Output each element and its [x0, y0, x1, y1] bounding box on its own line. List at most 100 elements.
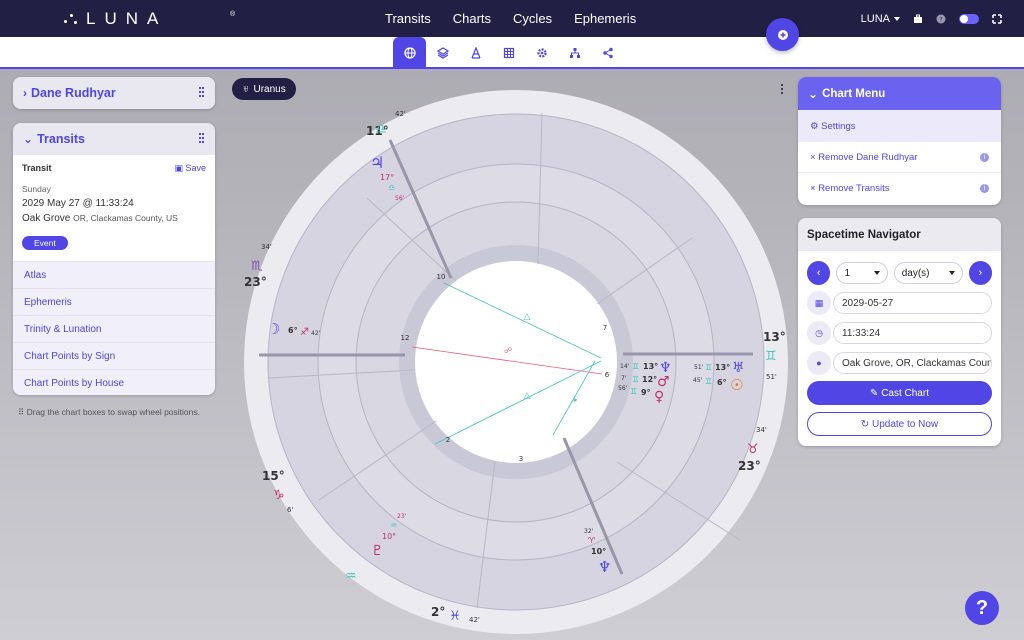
- cusp-degree: 15°: [262, 469, 285, 483]
- sextile-glyph: ✶: [572, 396, 579, 405]
- step-unit-select[interactable]: day(s): [893, 262, 963, 284]
- gear-icon: [536, 48, 547, 58]
- gear-icon: ⚙: [810, 120, 822, 132]
- transit-menu-list: Atlas Ephemeris Trinity & Lunation Chart…: [13, 261, 215, 395]
- chart-menu-panel: ⌄ Chart Menu ⚙ Settings × Remove Dane Ru…: [798, 77, 1001, 205]
- menu-item-trinity-lunation[interactable]: Trinity & Lunation: [13, 316, 215, 343]
- mars-icon: ♂: [657, 374, 670, 390]
- location-row: ● Oak Grove, OR, Clackamas County, US: [807, 351, 992, 375]
- update-to-now-button[interactable]: ↻ Update to Now: [807, 412, 992, 436]
- planet-minutes: 42': [311, 330, 321, 337]
- info-icon[interactable]: i: [980, 183, 989, 193]
- aries-icon: ♈: [588, 536, 595, 545]
- briefcase-icon[interactable]: [913, 14, 923, 24]
- menu-item-points-by-house[interactable]: Chart Points by House: [13, 370, 215, 395]
- fullscreen-icon[interactable]: [992, 13, 1002, 24]
- add-chart-button[interactable]: [766, 18, 799, 51]
- step-forward-button[interactable]: ›: [968, 261, 993, 285]
- planet-degree: 6°: [288, 326, 298, 335]
- tab-settings[interactable]: [525, 37, 558, 69]
- menu-item-atlas[interactable]: Atlas: [13, 262, 215, 289]
- planet-degree: 10°: [382, 532, 396, 541]
- tab-hierarchy[interactable]: [558, 37, 591, 69]
- cusp-minutes: 34': [756, 426, 767, 434]
- help-button[interactable]: ?: [965, 591, 999, 625]
- scorpio-icon: ♏: [251, 259, 263, 274]
- nav-charts[interactable]: Charts: [453, 11, 491, 26]
- chart-wheel[interactable]: △ ☍ △ ✶ 10 12 7 6 2 3 11° ♎ 42' 34' ♏ 23…: [237, 88, 797, 640]
- gemini-icon: ♊: [705, 377, 712, 386]
- chart-menu-title: Chart Menu: [822, 87, 886, 100]
- drag-handle-icon[interactable]: [199, 133, 205, 145]
- time-field[interactable]: 11:33:24: [833, 322, 992, 344]
- date-row: ▦ 2029-05-27: [807, 291, 992, 315]
- tab-share[interactable]: [591, 37, 624, 69]
- natal-panel-title: Dane Rudhyar: [31, 86, 116, 100]
- calendar-icon: ▦: [807, 291, 831, 315]
- transit-region: OR, Clackamas County, US: [73, 213, 178, 223]
- menu-item-points-by-sign[interactable]: Chart Points by Sign: [13, 343, 215, 370]
- tab-layers[interactable]: [426, 37, 459, 69]
- magic-wand-icon: ✎: [870, 387, 882, 399]
- planet-degree: 13°: [715, 363, 730, 372]
- close-icon: ×: [810, 182, 819, 194]
- nav-transits[interactable]: Transits: [385, 11, 431, 26]
- transits-panel-header[interactable]: ⌄ Transits: [13, 123, 215, 155]
- close-icon: ×: [810, 151, 819, 163]
- main-nav: Transits Charts Cycles Ephemeris: [385, 0, 636, 37]
- natal-chart-panel: › Dane Rudhyar: [13, 77, 215, 109]
- nav-cycles[interactable]: Cycles: [513, 11, 552, 26]
- planet-degree: 10°: [591, 547, 606, 556]
- planet-degree: 13°: [643, 362, 658, 371]
- planet-degree: 9°: [641, 388, 651, 397]
- info-icon[interactable]: i: [980, 152, 989, 162]
- planet-minutes: 23': [397, 513, 407, 520]
- libra-icon: ♎: [375, 122, 387, 137]
- help-circle-icon[interactable]: ?: [936, 14, 946, 24]
- theme-toggle[interactable]: [959, 13, 979, 24]
- sagittarius-icon: ♐: [300, 327, 309, 338]
- neptune-icon: ♆: [598, 558, 611, 576]
- pisces-icon: ♓: [449, 609, 461, 624]
- chevron-right-icon: ›: [978, 267, 983, 279]
- step-amount-select[interactable]: 1: [836, 262, 888, 284]
- tab-wheel-globe[interactable]: [393, 37, 426, 69]
- house-number: 7: [603, 324, 607, 332]
- planet-minutes: 14': [620, 363, 630, 370]
- user-menu[interactable]: LUNA: [861, 13, 900, 25]
- chevron-down-icon: [873, 271, 880, 275]
- event-badge[interactable]: Event: [22, 236, 68, 250]
- gemini-icon: ♊: [632, 375, 639, 384]
- house-number: 2: [446, 436, 450, 444]
- drag-handle-icon[interactable]: [199, 87, 205, 99]
- transit-datetime: 2029 May 27 @ 11:33:24: [22, 198, 134, 209]
- remove-natal-label: Remove Dane Rudhyar: [818, 151, 918, 163]
- location-field[interactable]: Oak Grove, OR, Clackamas County, US: [833, 352, 992, 374]
- layers-icon: [436, 47, 449, 59]
- remove-natal-chart-button[interactable]: × Remove Dane Rudhyar i: [798, 141, 1001, 172]
- luna-logo[interactable]: LUNA ®: [64, 9, 235, 29]
- menu-item-ephemeris[interactable]: Ephemeris: [13, 289, 215, 316]
- plus-circle-icon: [777, 29, 788, 40]
- house-number: 10: [437, 273, 446, 281]
- house-number: 3: [519, 455, 523, 463]
- cast-chart-button[interactable]: ✎ Cast Chart: [807, 381, 992, 405]
- tab-grid[interactable]: [492, 37, 525, 69]
- transit-weekday: Sunday: [22, 184, 51, 194]
- save-label: Save: [185, 163, 206, 173]
- remove-transits-label: Remove Transits: [818, 182, 890, 194]
- chart-menu-settings[interactable]: ⚙ Settings: [798, 110, 1001, 141]
- chart-menu-header[interactable]: ⌄ Chart Menu: [798, 77, 1001, 110]
- nav-ephemeris[interactable]: Ephemeris: [574, 11, 636, 26]
- remove-transits-button[interactable]: × Remove Transits i: [798, 172, 1001, 203]
- natal-panel-header[interactable]: › Dane Rudhyar: [13, 77, 215, 109]
- step-back-button[interactable]: ‹: [807, 261, 831, 285]
- save-button[interactable]: ▣ Save: [174, 163, 206, 174]
- tab-aspects[interactable]: [459, 37, 492, 69]
- planet-minutes: 45': [693, 377, 703, 384]
- cusp-minutes: 51': [766, 373, 777, 381]
- date-field[interactable]: 2029-05-27: [833, 292, 992, 314]
- jupiter-icon: ♃: [370, 153, 384, 172]
- gemini-icon: ♊: [705, 363, 712, 372]
- step-amount-value: 1: [844, 267, 851, 279]
